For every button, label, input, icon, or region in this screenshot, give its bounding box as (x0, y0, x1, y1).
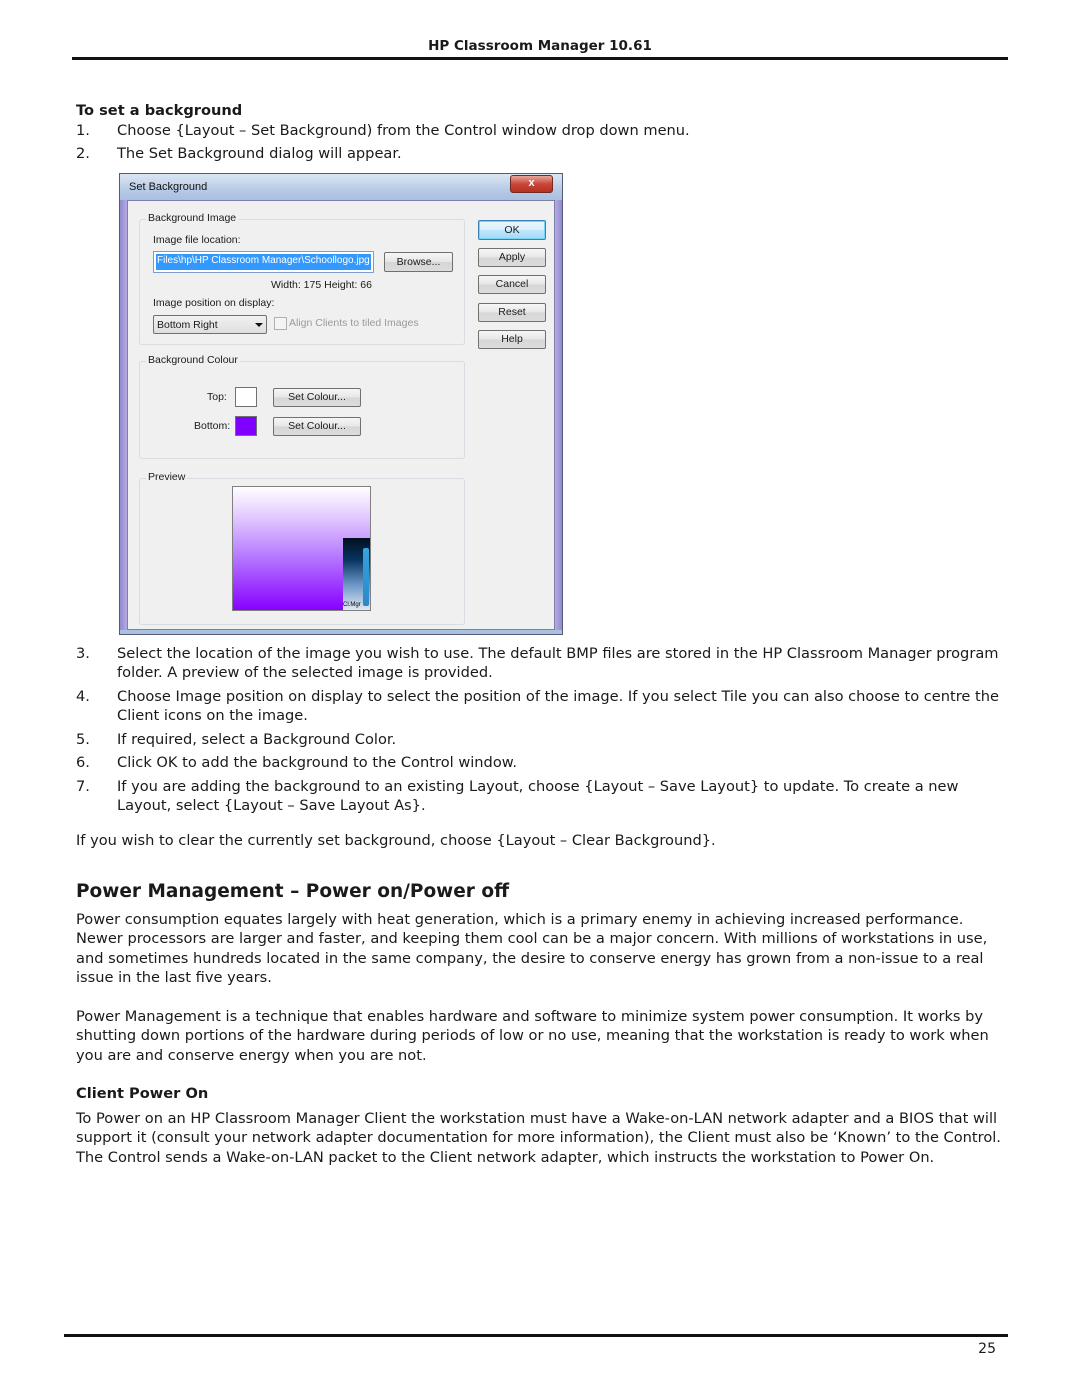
client-power-on-heading: Client Power On (76, 1085, 209, 1102)
step-number: 4. (76, 687, 90, 705)
step-text: Choose {Layout – Set Background) from th… (117, 121, 690, 139)
step-number: 2. (76, 145, 90, 162)
clear-background-note: If you wish to clear the currently set b… (76, 831, 716, 849)
dialog-body: Background Image Image file location: Fi… (127, 200, 555, 630)
logo-text: Cl.Mgr (343, 602, 361, 608)
step-text: Click OK to add the background to the Co… (117, 754, 517, 771)
step-text: Choose Image position on display to sele… (117, 687, 999, 725)
dialog-frame-right (555, 200, 562, 630)
step-text: The Set Background dialog will appear. (117, 145, 402, 162)
bottom-colour-swatch (235, 416, 257, 436)
close-icon: x (528, 177, 535, 189)
paragraph: Power Management is a technique that ena… (76, 1007, 989, 1064)
paragraph: Power consumption equates largely with h… (76, 910, 988, 987)
list-item: 4. Choose Image position on display to se… (76, 687, 1006, 726)
group-label: Background Image (146, 212, 239, 224)
list-item: 2. The Set Background dialog will appear. (76, 144, 1006, 164)
file-location-label: Image file location: (153, 234, 241, 246)
step-number: 3. (76, 644, 90, 662)
list-item: 1. Choose {Layout – Set Background) from … (76, 121, 1006, 141)
step-number: 7. (76, 777, 90, 795)
set-bottom-colour-button[interactable]: Set Colour... (273, 417, 361, 436)
step-number: 1. (76, 121, 90, 139)
top-colour-label: Top: (207, 391, 227, 403)
ok-button[interactable]: OK (478, 220, 546, 240)
set-top-colour-button[interactable]: Set Colour... (273, 388, 361, 407)
top-colour-swatch (235, 387, 257, 407)
dialog-title: Set Background (129, 181, 208, 193)
section-title: Power Management – Power on/Power off (76, 881, 510, 902)
position-value: Bottom Right (157, 319, 218, 331)
close-button[interactable]: x (510, 175, 553, 193)
dialog-frame-left (120, 200, 127, 630)
align-clients-label: Align Clients to tiled Images (289, 317, 419, 329)
steps-list-before: 1. Choose {Layout – Set Background) from … (76, 121, 1006, 164)
background-preview: Cl.Mgr (232, 486, 371, 611)
set-background-dialog: Set Background x Background Image Image … (119, 173, 563, 635)
steps-list-after: 3. Select the location of the image you w… (76, 644, 1006, 816)
apply-button[interactable]: Apply (478, 248, 546, 267)
school-logo-image: Cl.Mgr (343, 538, 370, 610)
reset-button[interactable]: Reset (478, 303, 546, 322)
set-background-heading: To set a background (76, 102, 243, 119)
step-text: If required, select a Background Color. (117, 730, 397, 748)
background-colour-group: Background Colour (139, 354, 465, 459)
step-text: If you are adding the background to an e… (117, 777, 959, 815)
paragraph: To Power on an HP Classroom Manager Clie… (76, 1109, 1001, 1166)
align-clients-checkbox[interactable] (274, 317, 287, 330)
file-location-value: Files\hp\HP Classroom Manager\Schoollogo… (156, 254, 371, 270)
page-number: 25 (978, 1341, 996, 1357)
logo-mark-icon (363, 548, 369, 606)
step-number: 6. (76, 754, 90, 771)
group-label: Preview (146, 471, 188, 483)
position-dropdown[interactable]: Bottom Right (153, 315, 267, 334)
image-dimensions: Width: 175 Height: 66 (271, 279, 372, 291)
file-location-input[interactable]: Files\hp\HP Classroom Manager\Schoollogo… (153, 251, 374, 273)
list-item: 6. Click OK to add the background to the … (76, 753, 1006, 773)
group-label: Background Colour (146, 354, 240, 366)
footer-rule (64, 1334, 1008, 1337)
header-rule (72, 57, 1008, 60)
step-text: Select the location of the image you wis… (117, 644, 999, 682)
step-number: 5. (76, 730, 90, 748)
running-header: HP Classroom Manager 10.61 (428, 38, 652, 54)
position-label: Image position on display: (153, 297, 275, 309)
dialog-titlebar: Set Background x (120, 174, 562, 200)
list-item: 3. Select the location of the image you w… (76, 644, 1006, 683)
list-item: 7. If you are adding the background to an… (76, 777, 1006, 816)
help-button[interactable]: Help (478, 330, 546, 349)
cancel-button[interactable]: Cancel (478, 275, 546, 294)
list-item: 5. If required, select a Background Color… (76, 730, 1006, 750)
chevron-down-icon (255, 323, 263, 327)
bottom-colour-label: Bottom: (194, 420, 231, 432)
browse-button[interactable]: Browse... (384, 252, 453, 272)
